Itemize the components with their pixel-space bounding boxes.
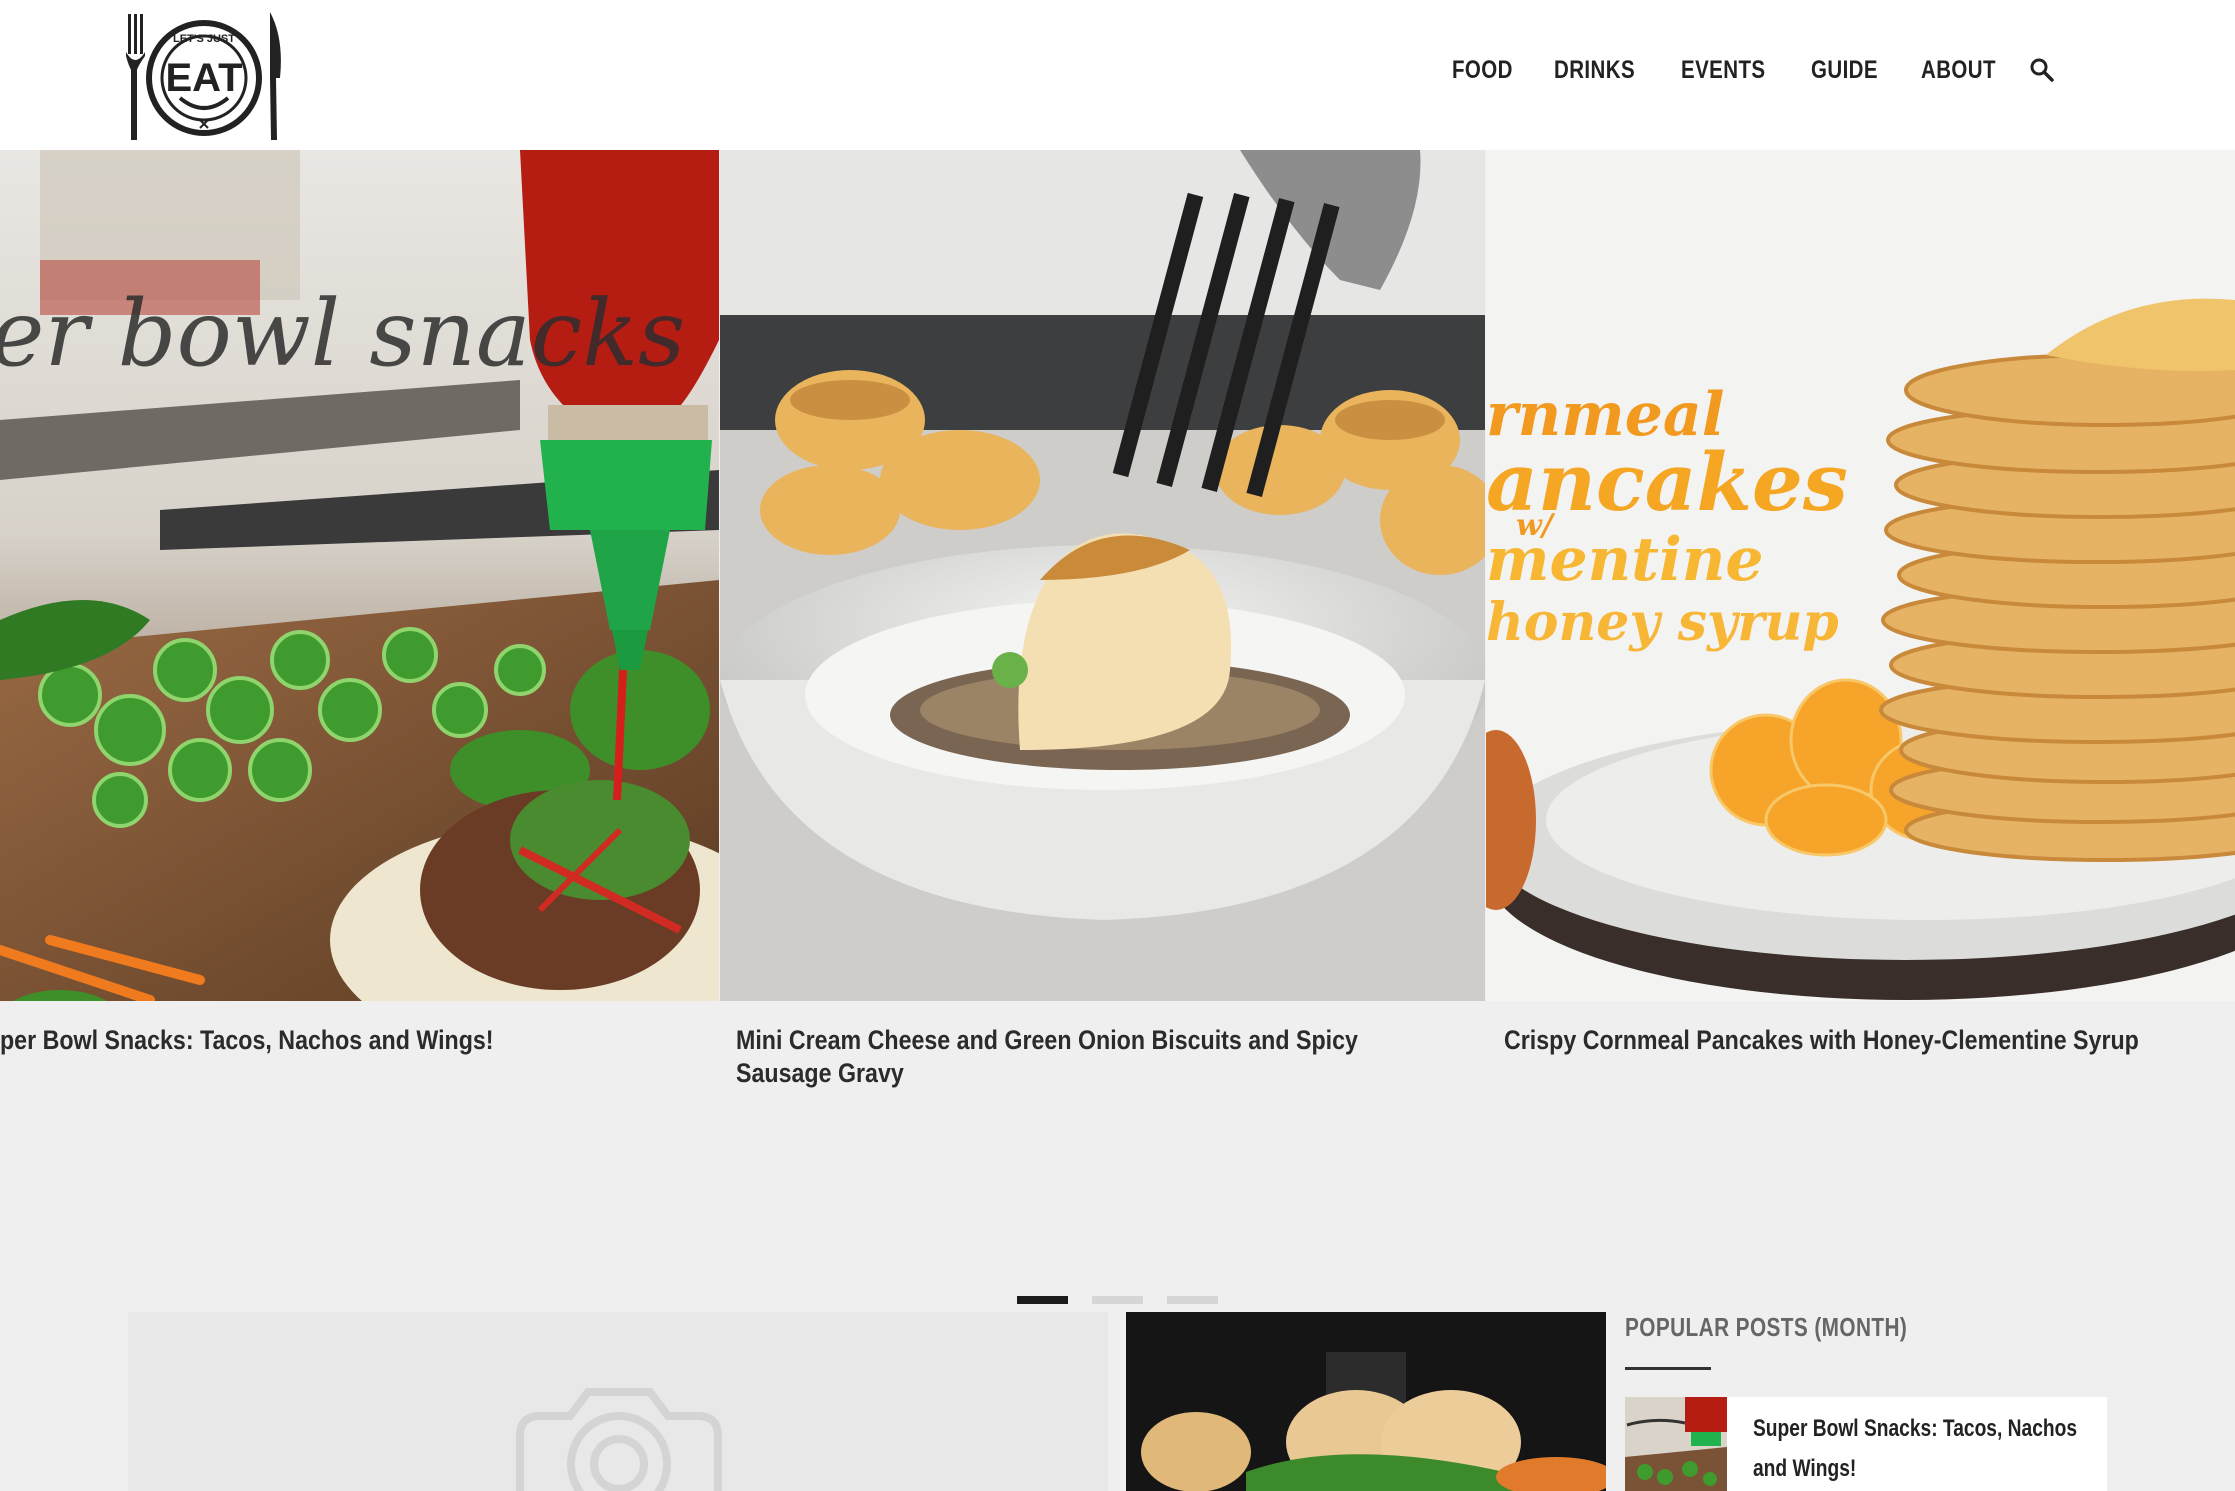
slide-caption[interactable]: Crispy Cornmeal Pancakes with Honey-Clem…: [1504, 1024, 2140, 1057]
slide-caption[interactable]: Mini Cream Cheese and Green Onion Biscui…: [736, 1024, 1364, 1090]
slide-image-biscuits[interactable]: [720, 150, 1485, 1001]
svg-text:er bowl snacks: er bowl snacks: [0, 280, 685, 387]
biscuits-photo: [720, 150, 1485, 1001]
sliders-photo: [1126, 1312, 1606, 1491]
featured-slider: er bowl snacks per Bowl Snacks: Tacos, N…: [0, 150, 2235, 1304]
slide-pancakes[interactable]: rnmeal ancakes w/ mentine honey syrup Cr…: [1486, 150, 2235, 1170]
svg-text:LET'S JUST: LET'S JUST: [173, 33, 235, 45]
search-icon[interactable]: [2029, 57, 2055, 83]
slider-dot-3[interactable]: [1167, 1296, 1218, 1304]
svg-text:EAT: EAT: [165, 56, 242, 100]
slide-caption[interactable]: per Bowl Snacks: Tacos, Nachos and Wings…: [0, 1024, 533, 1057]
slide-image-pancakes[interactable]: rnmeal ancakes w/ mentine honey syrup: [1486, 150, 2235, 1001]
camera-icon: [516, 1388, 722, 1491]
heading-underline: [1625, 1367, 1711, 1370]
post-image-placeholder[interactable]: [128, 1312, 1108, 1491]
svg-text:mentine: mentine: [1486, 525, 1764, 595]
main-nav: FOOD DRINKS EVENTS GUIDE ABOUT: [1452, 52, 2055, 88]
tacos-thumb: [1625, 1397, 1727, 1491]
slider-dot-2[interactable]: [1092, 1296, 1143, 1304]
nav-about[interactable]: ABOUT: [1921, 56, 1996, 85]
slide-image-tacos[interactable]: er bowl snacks: [0, 150, 719, 1001]
popular-post-thumb[interactable]: [1625, 1397, 1727, 1491]
nav-drinks[interactable]: DRINKS: [1554, 56, 1635, 85]
site-logo[interactable]: EAT LET'S JUST: [122, 8, 287, 143]
popular-posts-heading: POPULAR POSTS (MONTH): [1625, 1312, 1908, 1342]
nav-guide[interactable]: GUIDE: [1811, 56, 1878, 85]
slider-pagination: [1017, 1296, 1218, 1304]
nav-events[interactable]: EVENTS: [1681, 56, 1765, 85]
slide-biscuits[interactable]: Mini Cream Cheese and Green Onion Biscui…: [720, 150, 1485, 1170]
nav-food[interactable]: FOOD: [1452, 56, 1512, 85]
popular-post-item[interactable]: Super Bowl Snacks: Tacos, Nachos and Win…: [1625, 1397, 2107, 1491]
svg-text:honey syrup: honey syrup: [1486, 592, 1839, 653]
logo-icon: EAT LET'S JUST: [126, 12, 281, 140]
slide-super-bowl[interactable]: er bowl snacks per Bowl Snacks: Tacos, N…: [0, 150, 719, 1170]
pancakes-photo: rnmeal ancakes w/ mentine honey syrup: [1486, 150, 2235, 1001]
sliders-post-image[interactable]: [1126, 1312, 1606, 1491]
popular-post-title[interactable]: Super Bowl Snacks: Tacos, Nachos and Win…: [1753, 1409, 2097, 1489]
slider-dot-1[interactable]: [1017, 1296, 1068, 1304]
site-header: EAT LET'S JUST FOOD DRINKS EVENTS GUIDE …: [0, 0, 2235, 150]
tacos-photo: er bowl snacks: [0, 150, 719, 1001]
